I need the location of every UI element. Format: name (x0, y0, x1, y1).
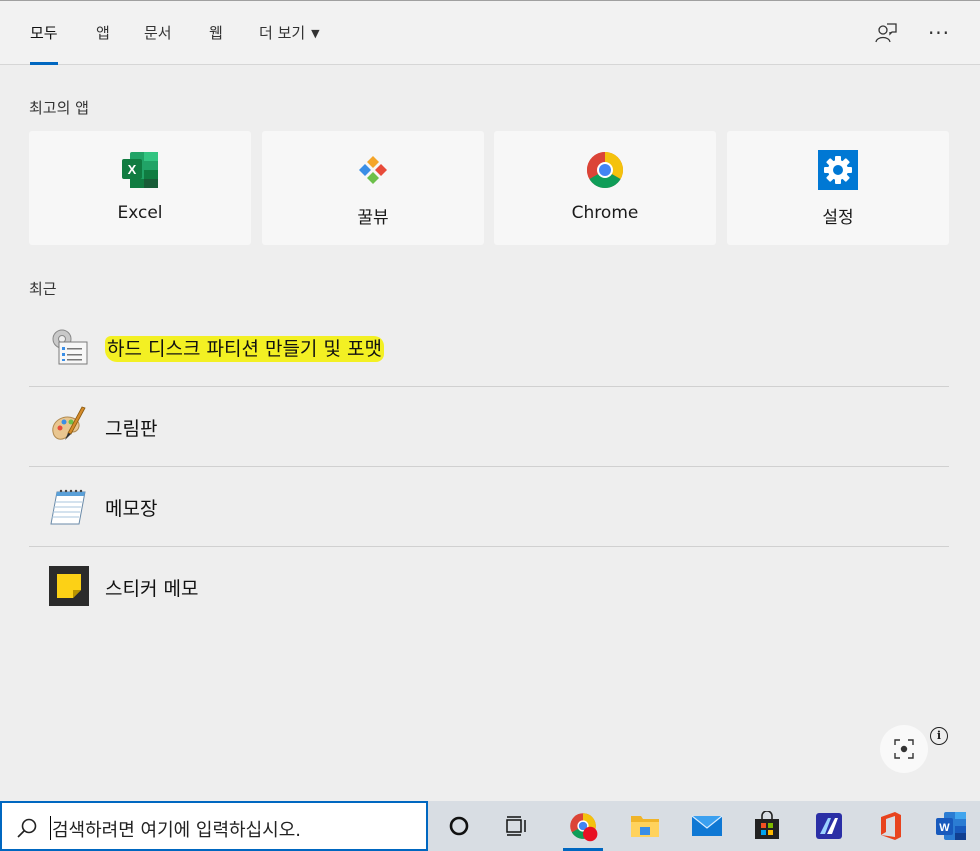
taskbar-mail[interactable] (678, 801, 736, 851)
taskbar-chrome[interactable] (554, 801, 612, 851)
powerautomate-icon (816, 813, 842, 839)
visual-search-icon (894, 739, 914, 759)
app-tile-label: Excel (117, 203, 163, 223)
recent-heading: 최근 (29, 280, 57, 298)
app-tile-chrome[interactable]: Chrome (494, 131, 716, 245)
tab-web-label: 웹 (209, 24, 223, 42)
active-tab-underline (30, 62, 58, 65)
paint-icon (52, 406, 86, 440)
mail-icon (691, 815, 723, 836)
recent-item-label: 하드 디스크 파티션 만들기 및 포맷 (105, 334, 384, 362)
tab-all[interactable]: 모두 (30, 1, 58, 65)
svg-text:X: X (128, 162, 137, 177)
recent-item-sticky-notes[interactable]: 스티커 메모 (29, 547, 949, 626)
task-view-icon (506, 816, 526, 836)
search-highlight: 하드 디스크 파티션 만들기 및 포맷 (105, 336, 384, 362)
sticky-notes-icon (49, 566, 89, 606)
tab-all-label: 모두 (30, 24, 58, 42)
tab-more-label: 더 보기 (259, 24, 306, 42)
app-tile-label: 설정 (822, 208, 854, 228)
store-icon (755, 811, 779, 839)
app-tile-label: Chrome (571, 203, 639, 223)
app-tile-honeyview[interactable]: 꿀뷰 (262, 131, 484, 245)
tab-more-dropdown[interactable]: 더 보기 ▼ (259, 1, 320, 65)
taskbar-power-automate[interactable] (800, 801, 858, 851)
svg-text:W: W (939, 822, 950, 834)
search-placeholder: 검색하려면 여기에 입력하십시오. (52, 820, 302, 841)
notepad-icon (50, 489, 86, 525)
settings-gear-icon (818, 150, 858, 190)
recent-item-label: 메모장 (105, 498, 158, 520)
tab-apps-label: 앱 (96, 24, 110, 42)
recent-item-paint[interactable]: 그림판 (29, 387, 949, 466)
chevron-down-icon: ▼ (311, 27, 320, 40)
taskbar-office[interactable] (862, 801, 920, 851)
tab-web[interactable]: 웹 (209, 1, 223, 65)
best-apps-heading: 최고의 앱 (29, 99, 89, 117)
app-tile-settings[interactable]: 설정 (727, 131, 949, 245)
chrome-icon (570, 813, 598, 842)
recent-item-disk-management[interactable]: 하드 디스크 파티션 만들기 및 포맷 (29, 307, 949, 386)
app-tile-label: 꿀뷰 (357, 208, 389, 228)
chrome-icon (586, 152, 624, 189)
search-input[interactable]: 검색하려면 여기에 입력하십시오. (0, 801, 428, 851)
text-cursor (50, 816, 51, 840)
search-icon (17, 818, 37, 838)
recent-item-label: 스티커 메모 (105, 578, 199, 600)
taskbar-file-explorer[interactable] (616, 801, 674, 851)
file-explorer-icon (631, 816, 659, 837)
recent-item-label: 그림판 (105, 418, 158, 440)
feedback-icon[interactable] (872, 19, 900, 47)
recent-item-notepad[interactable]: 메모장 (29, 467, 949, 546)
cortana-button[interactable] (430, 801, 488, 851)
honeyview-icon (359, 156, 387, 184)
tab-documents-label: 문서 (144, 24, 172, 42)
more-options-icon[interactable]: ··· (925, 19, 953, 47)
taskbar-word[interactable]: W (922, 801, 980, 851)
visual-search-button[interactable] (880, 725, 928, 773)
office-icon (881, 812, 901, 840)
computer-management-icon (52, 329, 88, 365)
tab-documents[interactable]: 문서 (144, 1, 172, 65)
tab-apps[interactable]: 앱 (96, 1, 110, 65)
excel-icon: X (122, 152, 158, 188)
search-filter-bar: 모두 앱 문서 웹 더 보기 ▼ ··· (0, 0, 980, 65)
taskbar: 검색하려면 여기에 입력하십시오. W (0, 801, 980, 851)
info-icon[interactable]: i (930, 727, 948, 745)
word-icon: W (936, 812, 966, 840)
task-view-button[interactable] (488, 801, 546, 851)
app-tile-excel[interactable]: X Excel (29, 131, 251, 245)
taskbar-store[interactable] (738, 801, 796, 851)
cortana-icon (449, 816, 469, 836)
